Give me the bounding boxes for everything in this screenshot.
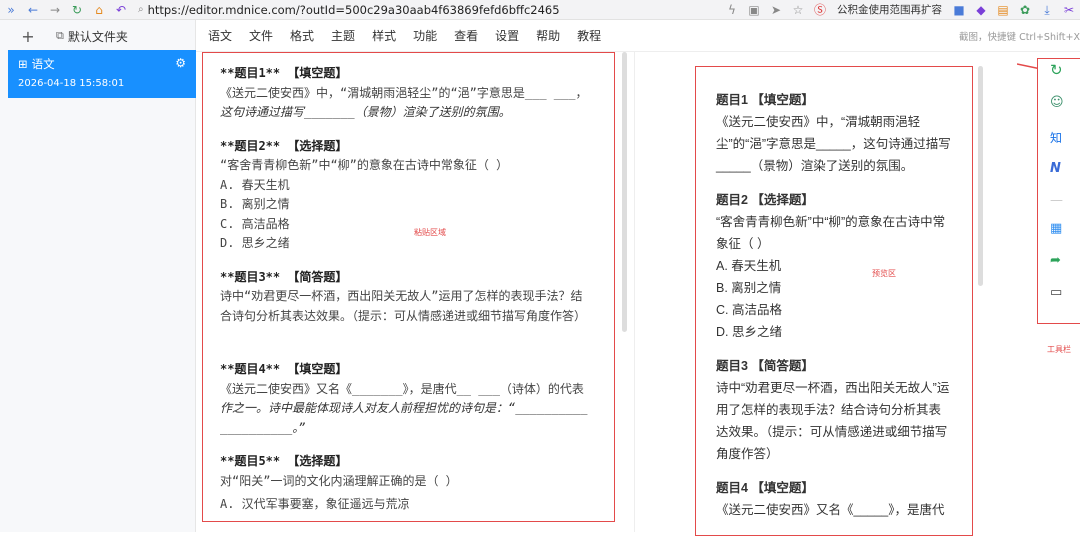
- menu-item-settings[interactable]: 设置: [495, 27, 519, 44]
- url-text: https://editor.mdnice.com/?outId=500c29a…: [147, 2, 560, 17]
- q2-heading: **题目2** 【选择题】: [220, 138, 348, 153]
- preview-q3-heading: 题目3 【简答题】: [716, 359, 814, 373]
- side-toolbar: ↻ ☺ 知 N — ▦ ➦ ▭: [1037, 58, 1080, 324]
- menu-item-view[interactable]: 查看: [454, 27, 478, 44]
- q3-line-2: 合诗句分析其表达效果。（提示：可从情感递进或细节描写角度作答）: [220, 308, 587, 323]
- scissors-icon[interactable]: ✂: [1058, 0, 1080, 20]
- back-icon[interactable]: ←: [22, 0, 44, 20]
- translate-icon[interactable]: ■: [948, 0, 970, 20]
- share-arrow-icon[interactable]: ➦: [1050, 253, 1061, 268]
- q3-heading: **题目3** 【简答题】: [220, 269, 348, 284]
- menu-item-feature[interactable]: 功能: [413, 27, 437, 44]
- sidebar-toggle-icon[interactable]: »: [0, 0, 22, 20]
- q1-line: 《送元二使安西》中，“渭城朝雨浥轻尘”的“浥”字意思是___ ___，: [220, 85, 588, 100]
- preview-q3-text: 诗中“劝君更尽一杯酒，西出阳关无故人”运用了怎样的表现手法？结合诗句分析其表达效…: [716, 381, 950, 461]
- preview-scrollbar[interactable]: [978, 66, 983, 286]
- preview-q1-heading: 题目1 【填空题】: [716, 93, 814, 107]
- extension-icon[interactable]: Ⓢ: [809, 0, 831, 20]
- q5-heading: **题目5** 【选择题】: [220, 454, 348, 468]
- grid-icon[interactable]: ▦: [1050, 221, 1062, 236]
- q4-line-1: 《送元二使安西》又名《_______》，是唐代__ ___（诗体）的代表: [220, 381, 584, 396]
- q2-line: “客舍青青柳色新”中“柳”的意象在古诗中常象征（ ）: [220, 158, 509, 172]
- q4-line-2: 作之一。诗中最能体现诗人对友人前程担忧的诗句是：“__________: [220, 401, 588, 415]
- q2-option-c: C. 高洁品格: [220, 216, 290, 231]
- add-file-button[interactable]: +: [0, 27, 56, 46]
- q3-line-1: 诗中“劝君更尽一杯酒，西出阳关无故人”运用了怎样的表现手法？结: [220, 289, 583, 303]
- q2-option-a: A. 春天生机: [220, 177, 290, 192]
- star-icon[interactable]: ☆: [787, 0, 809, 20]
- preview-q2-option-b: B. 离别之情: [716, 281, 782, 295]
- avatar-icon[interactable]: ☺: [1050, 95, 1064, 110]
- address-bar[interactable]: ⌕ https://editor.mdnice.com/?outId=500c2…: [138, 1, 578, 19]
- share-icon[interactable]: ➤: [765, 0, 787, 20]
- markdown-content[interactable]: **题目1** 【填空题】 《送元二使安西》中，“渭城朝雨浥轻尘”的“浥”字意思…: [220, 64, 600, 515]
- extension-news-text[interactable]: 公积金使用范围再扩容: [837, 2, 942, 17]
- preview-q2-option-d: D. 思乡之绪: [716, 325, 782, 339]
- sync-icon[interactable]: ✿: [1014, 0, 1036, 20]
- ai-icon[interactable]: ◆: [970, 0, 992, 20]
- zhihu-icon[interactable]: 知: [1050, 129, 1062, 146]
- preview-q1-text: 《送元二使安西》中，“渭城朝雨浥轻尘”的“浥”字意思是_____，这句诗通过描写…: [716, 115, 951, 173]
- browser-toolbar: » ← → ↻ ⌂ ↶ ⌕ https://editor.mdnice.com/…: [0, 0, 1080, 20]
- folder-label: 默认文件夹: [67, 29, 128, 44]
- preview-q2-heading: 题目2 【选择题】: [716, 193, 814, 207]
- q5-line: 对“阳关”一词的文化内涵理解正确的是（ ）: [220, 473, 458, 488]
- editor-menubar: 语文 文件 格式 主题 样式 功能 查看 设置 帮助 教程 截图，快捷键 Ctr…: [196, 20, 1080, 52]
- markdown-editor[interactable]: **题目1** 【填空题】 《送元二使安西》中，“渭城朝雨浥轻尘”的“浥”字意思…: [196, 52, 626, 532]
- q2-option-d: D. 思乡之绪: [220, 236, 290, 250]
- q1-line-italic: 这句诗通过描写_______（景物）渲染了送别的氛围。: [220, 105, 511, 119]
- monitor-icon[interactable]: ▭: [1050, 285, 1062, 300]
- search-icon: ⌕: [138, 4, 144, 15]
- menu-item-style[interactable]: 样式: [372, 27, 396, 44]
- editor-scrollbar[interactable]: [622, 52, 627, 332]
- toolbar-label: 工具栏: [1047, 345, 1071, 354]
- menu-item-format[interactable]: 格式: [290, 27, 314, 44]
- menu-item-file[interactable]: 文件: [249, 27, 273, 44]
- preview-area-label: 预览区: [872, 269, 896, 278]
- q1-heading: **题目1** 【填空题】: [220, 66, 348, 80]
- folder-icon: ⧉: [56, 29, 64, 42]
- note-icon[interactable]: ▤: [992, 0, 1014, 20]
- preview-q2-option-a: A. 春天生机: [716, 259, 782, 273]
- pane-divider[interactable]: [634, 52, 635, 532]
- download-icon[interactable]: ⤓: [1036, 0, 1058, 20]
- preview-pane: 题目1 【填空题】 《送元二使安西》中，“渭城朝雨浥轻尘”的“浥”字意思是___…: [695, 66, 973, 536]
- reload-icon[interactable]: ↻: [66, 0, 88, 20]
- q4-line-3: __________。”: [220, 420, 306, 435]
- doc-title: 语文: [31, 57, 55, 71]
- forward-icon[interactable]: →: [44, 0, 66, 20]
- folder-selector[interactable]: ⧉ 默认文件夹: [56, 28, 128, 45]
- doc-date: 2026-04-18 15:58:01: [18, 78, 125, 89]
- screenshot-hint[interactable]: 截图，快捷键 Ctrl+Shift+X: [959, 29, 1080, 43]
- gear-icon[interactable]: ⚙: [175, 56, 186, 70]
- undo-icon[interactable]: ↶: [110, 0, 132, 20]
- reader-icon[interactable]: ▣: [743, 0, 765, 20]
- doc-item-yuwen[interactable]: ⊞ 语文 2026-04-18 15:58:01 ⚙: [8, 50, 196, 98]
- preview-q4-text: 《送元二使安西》又名《_____》，是唐代: [716, 503, 945, 517]
- preview-q4-heading: 题目4 【填空题】: [716, 481, 814, 495]
- wechat-copy-icon[interactable]: ↻: [1050, 61, 1063, 79]
- doc-icon: ⊞: [18, 57, 28, 71]
- preview-q2-option-c: C. 高洁品格: [716, 303, 782, 317]
- paste-area-label: 粘贴区域: [414, 228, 446, 237]
- q5-option-a: A. 汉代军事要塞，象征遥远与荒凉: [220, 497, 410, 511]
- q4-heading: **题目4** 【填空题】: [220, 362, 348, 376]
- q2-option-b: B. 离别之情: [220, 197, 290, 211]
- menu-item-theme[interactable]: 主题: [331, 27, 355, 44]
- lightning-icon[interactable]: ϟ: [721, 0, 743, 20]
- home-icon[interactable]: ⌂: [88, 0, 110, 20]
- file-sidebar: + ⧉ 默认文件夹 ⊞ 语文 2026-04-18 15:58:01 ⚙: [0, 20, 196, 532]
- menu-item-help[interactable]: 帮助: [536, 27, 560, 44]
- preview-q2-text: “客舍青青柳色新”中“柳”的意象在古诗中常象征（ ）: [716, 215, 946, 251]
- juejin-icon[interactable]: N: [1050, 161, 1061, 176]
- menu-item-tutorial[interactable]: 教程: [577, 27, 601, 44]
- menu-item-yuwen[interactable]: 语文: [208, 27, 232, 44]
- toolbar-separator: —: [1050, 193, 1063, 208]
